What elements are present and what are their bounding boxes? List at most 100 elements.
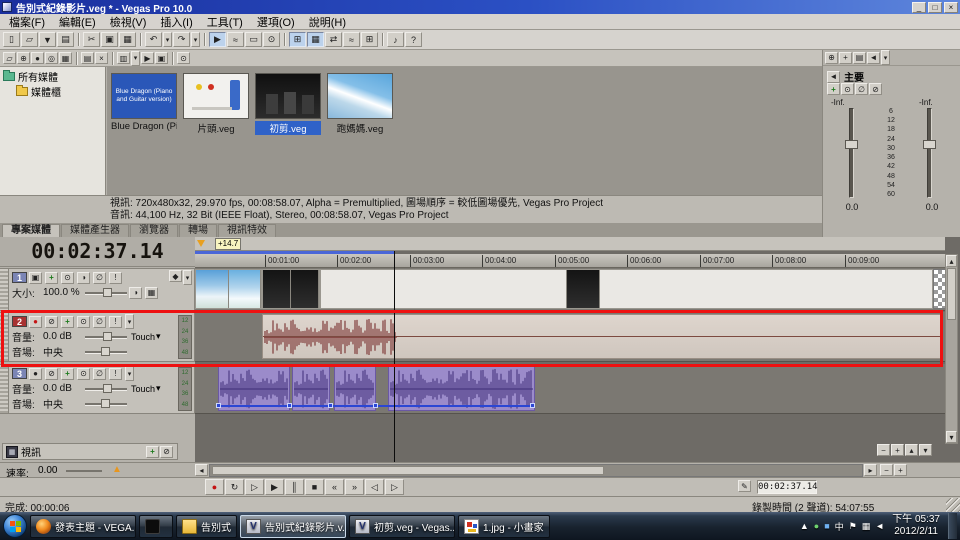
resize-grip[interactable] [946, 498, 960, 512]
track-3-lane[interactable] [195, 364, 945, 414]
zoom-edit-tool-button[interactable]: ⊙ [263, 32, 280, 47]
media-views-button[interactable]: ▥ [117, 52, 130, 64]
edit-cursor-position-button[interactable]: ✎ [738, 480, 751, 492]
quantize-to-frames-button[interactable]: ▦ [307, 32, 324, 47]
automation-settings-button[interactable]: ⊙ [77, 316, 90, 328]
tree-item-all-media[interactable]: 所有媒體 [0, 69, 105, 84]
play-button[interactable]: ▶ [265, 479, 284, 495]
track-1-lane[interactable] [195, 268, 945, 311]
menu-help[interactable]: 說明(H) [302, 14, 353, 30]
size-value[interactable]: 100.0 % [43, 287, 83, 298]
menu-insert[interactable]: 插入(I) [153, 14, 199, 30]
scroll-up-arrow[interactable]: ▴ [946, 255, 957, 267]
scroll-down-arrow[interactable]: ▾ [946, 431, 957, 443]
tab-video-fx[interactable]: 視訊特效 [218, 224, 276, 237]
media-item-title-veg[interactable]: 片頭.veg [183, 73, 251, 135]
track-fx-button[interactable]: + [61, 368, 74, 380]
track-2-lane[interactable] [195, 312, 945, 362]
tree-item-media-bin[interactable]: 媒體櫃 [0, 84, 105, 99]
previous-frame-button[interactable]: ◁ [365, 479, 384, 495]
automation-mode-select[interactable]: Touch▾ [131, 383, 161, 394]
envelope-node[interactable] [287, 403, 292, 408]
ime-language-indicator[interactable]: 中 [835, 520, 844, 533]
next-frame-button[interactable]: ▷ [385, 479, 404, 495]
enable-snapping-button[interactable]: ⊞ [289, 32, 306, 47]
master-dim-button[interactable]: ⊘ [869, 83, 882, 95]
record-button[interactable]: ● [205, 479, 224, 495]
menu-file[interactable]: 檔案(F) [2, 14, 52, 30]
track-1-drag-handle[interactable] [0, 269, 9, 310]
open-in-audio-editor-button[interactable]: ♪ [387, 32, 404, 47]
zoom-out-timeline-button[interactable]: − [880, 464, 893, 476]
project-properties-button[interactable]: ▤ [57, 32, 74, 47]
vertical-scroll-thumb[interactable] [947, 268, 956, 320]
taskbar-item-folder[interactable]: 告別式 [176, 515, 237, 538]
arm-record-button[interactable]: ● [29, 368, 42, 380]
track-more-dropdown[interactable]: ▾ [125, 366, 134, 381]
maximize-button[interactable]: □ [928, 2, 942, 13]
horizontal-scroll-thumb[interactable] [212, 466, 604, 475]
minimize-button[interactable]: _ [912, 2, 926, 13]
bus-fx-button[interactable]: + [146, 446, 159, 458]
media-item-rough-cut[interactable]: 初剪.veg [255, 73, 323, 135]
start-button[interactable] [3, 514, 27, 538]
volume-slider[interactable] [85, 384, 127, 393]
pan-slider[interactable] [85, 347, 127, 356]
redo-button[interactable]: ↷ [173, 32, 190, 47]
scroll-left-button[interactable]: ◂ [195, 464, 208, 476]
tab-transitions[interactable]: 轉場 [179, 224, 217, 237]
marker-bar[interactable]: +14.7 [195, 237, 945, 251]
track-3-number-badge[interactable]: 3 [12, 368, 27, 379]
envelope-node[interactable] [216, 403, 221, 408]
track-more-dropdown[interactable]: ▾ [183, 270, 192, 285]
track-header-3[interactable]: 3 ● ⊘ + ⊙ ∅ ! ▾ 音量: 0.0 dB Tou [0, 364, 195, 414]
compositing-mode-button[interactable]: ◆ [169, 270, 182, 282]
network-icon[interactable]: ▦ [862, 521, 871, 532]
go-to-start-button[interactable]: « [325, 479, 344, 495]
left-fader-handle[interactable] [845, 140, 858, 149]
tab-media-generators[interactable]: 媒體產生器 [61, 224, 129, 237]
media-properties-button[interactable]: ▤ [81, 52, 94, 64]
tray-status-icon[interactable]: ■ [824, 521, 829, 531]
track-header-1[interactable]: 1 ▣ + ⊙ ◑ ∅ ! ◆ ▾ 大小: 100.0 [0, 268, 195, 311]
master-mute-button[interactable]: ∅ [855, 83, 868, 95]
pan-slider[interactable] [85, 399, 127, 408]
track-more-dropdown[interactable]: ▾ [125, 314, 134, 329]
arm-record-button[interactable]: ● [29, 316, 42, 328]
tray-status-icon[interactable]: ● [814, 521, 819, 531]
copy-button[interactable]: ▣ [101, 32, 118, 47]
undo-button[interactable]: ↶ [145, 32, 162, 47]
taskbar-item-vegas-other[interactable]: V 初剪.veg - Vegas... [349, 515, 455, 538]
mixer-properties-button[interactable]: ▤ [853, 52, 866, 64]
automation-settings-button[interactable]: ⊙ [61, 272, 74, 284]
mixer-views-dropdown[interactable]: ▾ [881, 50, 890, 65]
media-views-dropdown[interactable]: ▾ [131, 51, 140, 66]
video-bus-track[interactable]: ▦ 視訊 + ⊘ [2, 443, 178, 460]
track-2-drag-handle[interactable] [0, 313, 9, 361]
ignore-event-grouping-button[interactable]: ⊞ [361, 32, 378, 47]
auto-preview-button[interactable]: ▣ [155, 52, 168, 64]
master-automation-button[interactable]: ⊙ [841, 83, 854, 95]
get-media-from-web-button[interactable]: ▦ [59, 52, 72, 64]
paste-button[interactable]: ▦ [119, 32, 136, 47]
track-2-number-badge[interactable]: 2 [12, 316, 27, 327]
timeline-time-display[interactable]: 00:02:37.14 [0, 237, 195, 267]
auto-ripple-button[interactable]: ⇄ [325, 32, 342, 47]
whats-this-help-button[interactable]: ? [405, 32, 422, 47]
new-bin-button[interactable]: ▱ [3, 52, 16, 64]
close-button[interactable]: × [944, 2, 958, 13]
bus-bypass-button[interactable]: ⊘ [160, 446, 173, 458]
zoom-track-height-in-button[interactable]: + [891, 444, 904, 456]
pan-value[interactable]: 中央 [43, 396, 83, 411]
audio-event-recording[interactable] [262, 314, 943, 359]
import-media-button[interactable]: ⊕ [17, 52, 30, 64]
start-preview-button[interactable]: ▶ [141, 52, 154, 64]
insert-bus-button[interactable]: ⊕ [825, 52, 838, 64]
track-3-meter[interactable]: 1224 3648 [178, 367, 192, 411]
track-1-number-badge[interactable]: 1 [12, 272, 27, 283]
search-media-button[interactable]: ⊙ [177, 52, 190, 64]
menu-view[interactable]: 檢視(V) [103, 14, 154, 30]
zoom-in-timeline-button[interactable]: + [894, 464, 907, 476]
insert-fx-button[interactable]: + [839, 52, 852, 64]
rate-slider[interactable] [66, 470, 102, 472]
